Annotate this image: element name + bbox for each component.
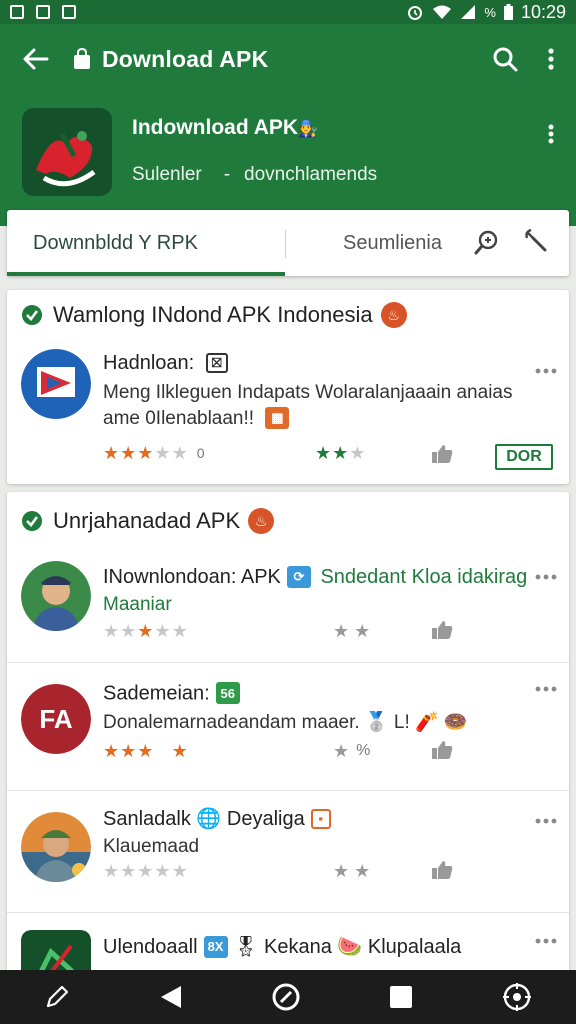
wrench-icon[interactable] [523, 228, 549, 254]
more-horiz-icon[interactable] [535, 574, 557, 580]
more-horiz-icon[interactable] [535, 818, 557, 824]
tab-bar: Downnbldd Y RPK Seumlienia [7, 210, 569, 276]
tab-divider [285, 230, 286, 258]
app-icon [21, 812, 91, 882]
nav-recents-icon[interactable] [389, 985, 413, 1009]
star-rating: ★ ★ ★ ★ ★ [103, 621, 188, 641]
wifi-icon [433, 5, 452, 19]
list-item[interactable]: FA Sademeian: 56 Donalemarnadeandam maaer… [7, 674, 569, 784]
item-description: Donalemarnadeandam maaer. 🥈 L! 🧨 🍩 [103, 712, 468, 733]
secondary-rating: ★ ★ [333, 621, 371, 641]
back-button[interactable] [0, 48, 72, 70]
refresh-tag-icon: ⟳ [286, 566, 311, 588]
list-item[interactable]: Hadnloan: ⛝ Meng Ilkleguen Indapats Wola… [7, 342, 569, 482]
row-divider [7, 912, 569, 913]
item-name: Sademeian: 56 [103, 682, 240, 706]
secondary-rating: ★ ★ [333, 861, 371, 881]
clock: 10:29 [520, 1, 566, 22]
star-rating: ★ ★ ★ ★ ★ 0 [103, 443, 205, 463]
globe-tag-icon: 🌐 [196, 808, 222, 830]
item-name: INownlondoan: APK ⟳ Sndedant Kloa idakira… [103, 566, 528, 588]
featured-section: Wamlong INdond APK Indonesia ♨ Hadnloan:… [7, 290, 569, 484]
thumbs-up-icon[interactable] [431, 740, 453, 760]
play-tag-icon: ▪ [310, 808, 331, 829]
secondary-rating: ★% [333, 741, 371, 761]
popular-heading: Unrjahanadad APK ♨ [21, 508, 275, 534]
grid-tag-icon: ⛝ [205, 353, 228, 373]
featured-heading: Wamlong INdond APK Indonesia ♨ [21, 302, 407, 328]
app-title: Indownload APK🧑‍🔧 [132, 116, 318, 139]
edit-icon[interactable] [44, 984, 70, 1010]
shopping-bag-icon [74, 48, 90, 69]
app-more-icon[interactable] [548, 124, 554, 144]
photo-notification-icon [62, 5, 76, 19]
app-icon [21, 561, 91, 631]
back-arrow-icon [23, 48, 49, 70]
thumbs-up-icon[interactable] [431, 620, 453, 640]
item-description: Meng Ilkleguen Indapats Wolaralanjaaain … [103, 382, 513, 429]
tab-download[interactable]: Downnbldd Y RPK [33, 232, 198, 255]
fire-badge-icon: ♨ [248, 508, 275, 534]
zoom-icon[interactable] [473, 228, 501, 256]
system-nav-bar [0, 970, 576, 1024]
item-name: Hadnloan: ⛝ [103, 352, 228, 375]
svg-text:FA: FA [39, 704, 72, 734]
check-circle-icon [22, 511, 42, 531]
popular-section: Unrjahanadad APK ♨ INownlondoan: APK ⟳ Sn… [7, 492, 569, 978]
app-header: Indownload APK🧑‍🔧 Sulenler - dovnchlamends [0, 94, 576, 226]
row-divider [7, 790, 569, 791]
nav-back-icon[interactable] [159, 984, 183, 1010]
signal-icon [461, 5, 476, 19]
app-icon: FA [21, 684, 91, 754]
more-horiz-icon[interactable] [535, 938, 557, 944]
item-description: Maaniar [103, 594, 172, 615]
number-tag: 56 [215, 682, 240, 704]
app-subtitle: Sulenler - dovnchlamends [132, 164, 378, 185]
battery-percent: % [484, 4, 496, 20]
star-rating: ★ ★ ★ ★ ★ [103, 861, 188, 881]
search-icon[interactable] [492, 46, 518, 72]
number-tag: 8X [203, 935, 228, 958]
app-bar-title: Download APK [102, 45, 269, 72]
tab-indicator [7, 272, 285, 276]
item-description: Klauemaad [103, 836, 200, 857]
thumbs-up-icon[interactable] [431, 860, 453, 880]
item-name: Ulendoaall 8X 🎖 Kekana 🍉 Klupalaala [103, 935, 462, 958]
fire-tag-icon: ▦ [265, 407, 290, 429]
app-logo [22, 108, 112, 196]
tab-similar[interactable]: Seumlienia [343, 232, 442, 255]
thumbs-up-icon[interactable] [431, 444, 453, 464]
fire-badge-icon: ♨ [380, 302, 407, 328]
alarm-icon [408, 6, 423, 20]
nav-assistant-icon[interactable] [502, 982, 532, 1012]
battery-icon [503, 4, 513, 20]
item-name: Sanladalk 🌐 Deyaliga ▪ [103, 806, 331, 831]
app-icon [21, 349, 91, 419]
list-item[interactable]: INownlondoan: APK ⟳ Sndedant Kloa idakira… [7, 552, 569, 662]
more-horiz-icon[interactable] [535, 368, 557, 374]
status-bar: % 10:29 [0, 0, 576, 24]
install-button[interactable]: DOR [495, 444, 553, 470]
secondary-rating: ★ ★ ★ [315, 443, 366, 463]
nav-home-icon[interactable] [271, 982, 301, 1012]
app-bar: Download APK [0, 24, 576, 94]
bookmark-notification-icon [36, 5, 50, 19]
list-item[interactable]: Sanladalk 🌐 Deyaliga ▪ Klauemaad ★ ★ ★ ★ ★ ★ ★ [7, 800, 569, 910]
check-circle-icon [22, 305, 42, 325]
more-horiz-icon[interactable] [535, 686, 557, 692]
image-notification-icon [10, 5, 24, 19]
star-rating: ★ ★ ★ ★ ★ [103, 741, 188, 761]
more-vert-icon[interactable] [548, 48, 554, 70]
row-divider [7, 662, 569, 663]
